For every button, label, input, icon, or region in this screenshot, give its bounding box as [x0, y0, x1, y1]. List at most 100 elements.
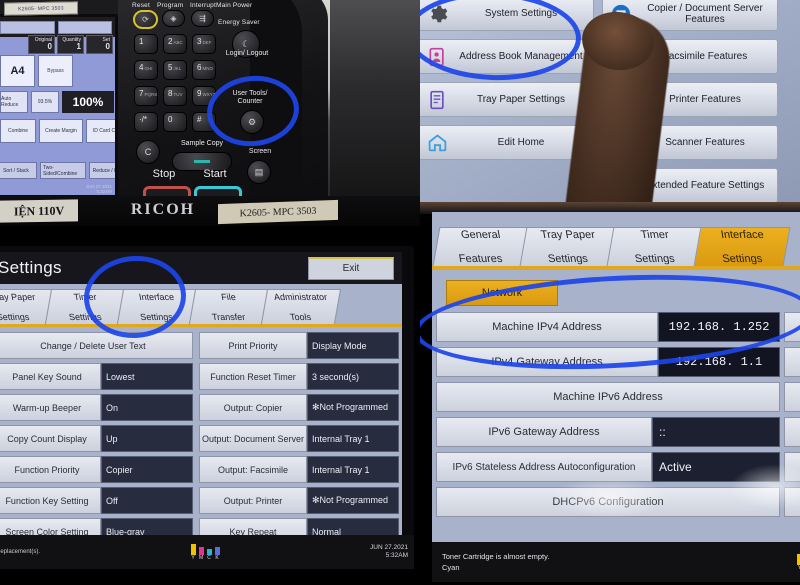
key-9[interactable]: 9WXYZ	[192, 86, 216, 106]
interrupt-icon: ⇶	[199, 14, 206, 23]
row-side-button[interactable]	[784, 382, 800, 412]
table-row[interactable]: Machine IPv4 Address 192.168. 1.252	[436, 312, 800, 342]
table-row[interactable]: Change / Delete User Text	[0, 332, 193, 359]
table-row[interactable]: Function Priority Copier	[0, 456, 193, 483]
menu-item-tray-paper-settings[interactable]: Tray Paper Settings	[420, 82, 594, 117]
status-time: 5:32AM	[385, 552, 408, 559]
asset-label: K2605- MPC 3503	[218, 199, 338, 225]
table-row[interactable]: Print Priority Display Mode	[198, 332, 399, 359]
settings-column-right: Print Priority Display Mode Function Res…	[198, 332, 399, 535]
key-8[interactable]: 8TUV	[163, 86, 187, 106]
touchscreen-home: System Settings Address Book Management …	[420, 0, 800, 202]
tab-file-transfer[interactable]: File Transfer	[188, 289, 270, 324]
gear-icon: ⚙	[247, 116, 257, 127]
key-1[interactable]: 1	[134, 34, 158, 54]
ratio-button[interactable]: 93.5%	[31, 91, 59, 113]
id-card-copy-button[interactable]: ID Card Copy	[86, 119, 115, 143]
copier-lcd-screen[interactable]: Original 0 Quantity 1 Set 0 A4 Bypass Au…	[0, 14, 118, 198]
key-5[interactable]: 5JKL	[163, 60, 187, 80]
table-row[interactable]: Key Repeat Normal	[198, 518, 399, 535]
create-margin-button[interactable]: Create Margin	[39, 119, 83, 143]
table-row[interactable]: Output: Facsimile Internal Tray 1	[198, 456, 399, 483]
key-star-num: ·/*	[139, 115, 147, 124]
row-label: Function Key Setting	[0, 487, 101, 514]
row-side-button[interactable]	[784, 347, 800, 377]
key-4[interactable]: 4GHI	[134, 60, 158, 80]
stop-label: Stop	[152, 168, 176, 180]
settings-tab-bar: Tray Paper Settings Timer Settings Inter…	[0, 284, 402, 327]
exit-button[interactable]: Exit	[308, 256, 394, 280]
key-8-num: 8	[168, 89, 173, 98]
tab-administrator-tools[interactable]: Administrator Tools	[260, 289, 342, 324]
table-row[interactable]: DHCPv6 Configuration	[436, 487, 800, 517]
table-row[interactable]: Machine IPv6 Address	[436, 382, 800, 412]
row-side-button[interactable]	[784, 417, 800, 447]
interface-touchscreen: General Features Tray Paper Settings Tim…	[432, 212, 800, 542]
interrupt-key[interactable]: ⇶	[191, 10, 214, 27]
key-3[interactable]: 3DEF	[192, 34, 216, 54]
reduce-enlarge-button[interactable]: Reduce / Enlarge	[89, 162, 115, 179]
address-book-icon	[420, 47, 455, 67]
row-side-button[interactable]	[784, 452, 800, 482]
user-tools-counter-key[interactable]: ⚙	[240, 110, 264, 134]
table-row[interactable]: IPv4 Gateway Address 192.168. 1.1	[436, 347, 800, 377]
network-category-button[interactable]: Network	[446, 280, 558, 306]
auto-reduce-button[interactable]: Auto Reduce	[0, 91, 28, 113]
table-row[interactable]: Output: Copier ✻Not Programmed	[198, 394, 399, 421]
key-6-num: 6	[197, 63, 202, 72]
table-row[interactable]: Output: Printer ✻Not Programmed	[198, 487, 399, 514]
sort-stack-button[interactable]: Sort / Stack	[0, 162, 37, 179]
table-row[interactable]: Copy Count Display Up	[0, 425, 193, 452]
tab-general-features[interactable]: General Features	[432, 227, 530, 266]
program-icon: ◈	[170, 14, 177, 23]
row-label: Output: Document Server	[198, 425, 307, 452]
menu-item-address-book-management[interactable]: Address Book Management	[420, 39, 594, 74]
row-label: DHCPv6 Configuration	[436, 487, 780, 517]
settings-touchscreen: Settings Exit Tray Paper Settings Timer …	[0, 252, 402, 535]
table-row[interactable]: Panel Key Sound Lowest	[0, 363, 193, 390]
lcd-tab[interactable]	[57, 20, 112, 34]
table-row[interactable]: Screen Color Setting Blue-gray	[0, 518, 193, 535]
screen-key[interactable]: ▤	[247, 160, 271, 184]
tab-tray-paper-settings[interactable]: Tray Paper Settings	[519, 227, 617, 266]
combine-button[interactable]: Combine	[0, 119, 36, 143]
key-hash-num: #	[197, 115, 202, 124]
two-sided-combine-button[interactable]: Two-Sided/Combine	[40, 162, 86, 179]
row-side-button[interactable]	[784, 487, 800, 517]
key-hash[interactable]: #	[192, 112, 216, 132]
tab-timer-settings[interactable]: Timer Settings	[606, 227, 704, 266]
toner-bar	[198, 546, 204, 555]
table-row[interactable]: IPv6 Stateless Address Autoconfiguration…	[436, 452, 800, 482]
menu-item-edit-home[interactable]: Edit Home	[420, 125, 594, 160]
sample-copy-label: Sample Copy	[180, 140, 224, 147]
table-row[interactable]: Function Key Setting Off	[0, 487, 193, 514]
printer-control-panel-photo: Original 0 Quantity 1 Set 0 A4 Bypass Au…	[0, 0, 420, 210]
key-0[interactable]: 0	[163, 112, 187, 132]
table-row[interactable]: IPv6 Gateway Address ::	[436, 417, 800, 447]
tab-label-line2: Settings	[0, 312, 31, 322]
row-label: Machine IPv6 Address	[436, 382, 780, 412]
program-key[interactable]: ◈	[162, 10, 185, 27]
toner-bar	[214, 546, 220, 555]
table-row[interactable]: Warm-up Beeper On	[0, 394, 193, 421]
key-star[interactable]: ·/*	[134, 112, 158, 132]
tab-timer-settings[interactable]: Timer Settings	[44, 289, 126, 324]
tab-interface-settings[interactable]: Interface Settings	[693, 227, 791, 266]
key-6[interactable]: 6MNO	[192, 60, 216, 80]
clear-key[interactable]: C	[136, 140, 160, 164]
lcd-tab[interactable]	[0, 20, 55, 34]
row-side-button[interactable]	[784, 312, 800, 342]
tab-interface-settings[interactable]: Interface Settings	[116, 289, 198, 324]
menu-column-left: System Settings Address Book Management …	[420, 0, 594, 168]
key-2-num: 2	[168, 37, 173, 46]
key-7[interactable]: 7PQRS	[134, 86, 158, 106]
settings-status-bar: Replacement(s). Y M C K JUN 27.2021 5:32…	[0, 535, 414, 569]
reset-key[interactable]: ⟳	[133, 10, 158, 29]
paper-bypass-button[interactable]: Bypass	[38, 55, 73, 87]
paper-size-a4-button[interactable]: A4	[0, 55, 35, 87]
table-row[interactable]: Function Reset Timer 3 second(s)	[198, 363, 399, 390]
table-row[interactable]: Output: Document Server Internal Tray 1	[198, 425, 399, 452]
key-2[interactable]: 2ABC	[163, 34, 187, 54]
tab-label-line1: Timer	[639, 229, 670, 241]
menu-item-system-settings[interactable]: System Settings	[420, 0, 594, 31]
